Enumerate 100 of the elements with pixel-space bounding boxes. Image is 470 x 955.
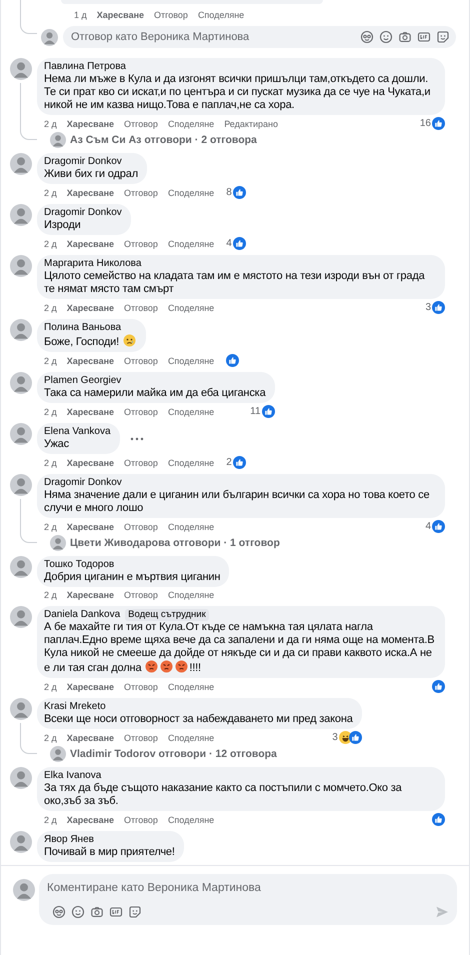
author-name[interactable]: Elka Ivanova — [44, 770, 102, 782]
avatar[interactable] — [50, 132, 66, 148]
like-link[interactable]: Харесване — [96, 9, 144, 21]
like-reaction-icon[interactable] — [232, 186, 246, 199]
reply-link[interactable]: Отговор — [124, 118, 158, 130]
author-name[interactable]: Krasi Mreketo — [44, 701, 106, 713]
avatar-sticker-icon[interactable] — [52, 905, 66, 919]
share-link[interactable]: Споделяне — [168, 732, 214, 744]
share-link[interactable]: Споделяне — [198, 9, 244, 21]
share-link[interactable]: Споделяне — [168, 589, 214, 601]
emoji-icon[interactable] — [71, 905, 85, 919]
avatar[interactable] — [10, 319, 32, 341]
like-reaction-icon[interactable] — [432, 680, 445, 693]
like-reaction-icon[interactable] — [232, 237, 246, 250]
author-name[interactable]: Dragomir Donkov — [44, 156, 122, 168]
avatar[interactable] — [10, 372, 32, 394]
author-name[interactable]: Plamen Georgiev — [44, 375, 122, 387]
avatar-sticker-icon[interactable] — [360, 30, 374, 44]
reply-link[interactable]: Отговор — [124, 520, 158, 532]
share-link[interactable]: Споделяне — [168, 118, 214, 130]
share-link[interactable]: Споделяне — [168, 186, 214, 198]
avatar[interactable] — [10, 556, 32, 578]
like-link[interactable]: Харесване — [66, 680, 114, 692]
avatar[interactable] — [10, 474, 32, 496]
author-name[interactable]: Павлина Петрова — [44, 61, 126, 73]
reply-link[interactable]: Отговор — [124, 186, 158, 198]
camera-icon[interactable] — [398, 30, 412, 44]
avatar[interactable] — [50, 746, 66, 762]
avatar[interactable] — [50, 535, 66, 551]
sticker-icon[interactable] — [436, 30, 450, 44]
author-name[interactable]: Dragomir Donkov — [44, 207, 122, 219]
view-replies-link[interactable]: Цвети Живодарова отговори · 1 отговор — [70, 537, 280, 549]
comment-field[interactable]: Коментиране като Вероника Мартинова — [39, 874, 457, 925]
reaction-count[interactable]: 4 — [226, 238, 232, 249]
like-link[interactable]: Харесване — [66, 732, 114, 744]
avatar[interactable] — [10, 58, 32, 80]
author-name[interactable]: Маргарита Николова — [44, 258, 142, 270]
share-link[interactable]: Споделяне — [168, 814, 214, 826]
author-name[interactable]: Тошко Тодоров — [44, 559, 114, 571]
reply-link[interactable]: Отговор — [124, 456, 158, 468]
author-name[interactable]: Elena Vankova — [44, 426, 111, 438]
reply-link[interactable]: Отговор — [124, 406, 158, 418]
share-link[interactable]: Споделяне — [168, 302, 214, 314]
reply-link[interactable]: Отговор — [124, 814, 158, 826]
avatar[interactable] — [10, 204, 32, 226]
like-reaction-icon[interactable] — [232, 456, 246, 469]
sticker-icon[interactable] — [128, 905, 142, 919]
like-reaction-icon[interactable] — [262, 405, 275, 418]
like-reaction-icon[interactable] — [432, 813, 445, 826]
more-icon[interactable] — [130, 436, 144, 440]
like-reaction-icon[interactable] — [432, 301, 445, 314]
reply-link[interactable]: Отговор — [124, 238, 158, 250]
emoji-icon[interactable] — [379, 30, 393, 44]
like-link[interactable]: Харесване — [66, 814, 114, 826]
like-link[interactable]: Харесване — [66, 302, 114, 314]
view-replies-link[interactable]: Аз Съм Си Аз отговори · 2 отговора — [70, 134, 257, 146]
reply-link[interactable]: Отговор — [124, 302, 158, 314]
like-reaction-icon[interactable] — [432, 520, 445, 533]
like-link[interactable]: Харесване — [66, 118, 114, 130]
share-link[interactable]: Споделяне — [168, 680, 214, 692]
view-replies-link[interactable]: Vladimir Todorov отговори · 12 отговора — [70, 748, 277, 760]
reaction-count[interactable]: 8 — [226, 187, 232, 198]
like-reaction-icon[interactable] — [432, 117, 445, 130]
reaction-count[interactable]: 4 — [425, 521, 431, 532]
share-link[interactable]: Споделяне — [168, 238, 214, 250]
reply-link[interactable]: Отговор — [124, 354, 158, 366]
gif-icon[interactable] — [417, 30, 431, 44]
like-link[interactable]: Харесване — [66, 520, 114, 532]
share-link[interactable]: Споделяне — [168, 406, 214, 418]
camera-icon[interactable] — [90, 905, 104, 919]
reply-link[interactable]: Отговор — [124, 680, 158, 692]
avatar[interactable] — [10, 698, 32, 720]
share-link[interactable]: Споделяне — [168, 354, 214, 366]
like-link[interactable]: Харесване — [66, 354, 114, 366]
reaction-count[interactable]: 2 — [226, 457, 232, 468]
author-name[interactable]: Daniela Dankova — [44, 609, 120, 621]
avatar[interactable] — [10, 153, 32, 175]
author-name[interactable]: Полина Ваньова — [44, 322, 122, 334]
reply-field[interactable]: Отговор като Вероника Мартинова — [63, 26, 456, 48]
avatar[interactable] — [10, 606, 32, 628]
like-reaction-icon[interactable] — [348, 731, 362, 744]
avatar[interactable] — [10, 255, 32, 277]
avatar[interactable] — [10, 423, 32, 445]
gif-icon[interactable] — [109, 905, 123, 919]
share-link[interactable]: Споделяне — [168, 456, 214, 468]
avatar[interactable] — [41, 28, 58, 46]
avatar[interactable] — [10, 831, 32, 853]
author-name[interactable]: Dragomir Donkov — [44, 477, 122, 489]
reaction-count[interactable]: 3 — [425, 302, 431, 313]
like-link[interactable]: Харесване — [66, 186, 114, 198]
like-reaction-icon[interactable] — [226, 354, 240, 367]
avatar[interactable] — [13, 879, 35, 901]
like-link[interactable]: Харесване — [66, 589, 114, 601]
reply-link[interactable]: Отговор — [124, 732, 158, 744]
share-link[interactable]: Споделяне — [168, 520, 214, 532]
reaction-count[interactable]: 16 — [420, 118, 431, 129]
reply-link[interactable]: Отговор — [154, 9, 188, 21]
avatar[interactable] — [10, 767, 32, 789]
reaction-count[interactable]: 11 — [250, 406, 261, 417]
reply-link[interactable]: Отговор — [124, 589, 158, 601]
